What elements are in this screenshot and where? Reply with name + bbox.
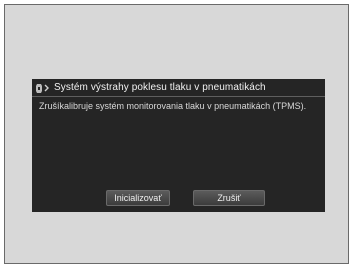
dialog-title: Systém výstrahy poklesu tlaku v pneumati… bbox=[54, 82, 266, 93]
dialog-header: Systém výstrahy poklesu tlaku v pneumati… bbox=[32, 79, 325, 96]
dialog-screen: Systém výstrahy poklesu tlaku v pneumati… bbox=[32, 79, 325, 212]
dialog-message: Zrušíkalibruje systém monitorovania tlak… bbox=[39, 101, 307, 111]
title-divider bbox=[32, 96, 325, 97]
screenshot-frame: Systém výstrahy poklesu tlaku v pneumati… bbox=[4, 4, 349, 264]
tire-pressure-warning-icon bbox=[32, 79, 54, 96]
initialize-button[interactable]: Inicializovať bbox=[106, 190, 170, 206]
cancel-button[interactable]: Zrušiť bbox=[193, 190, 265, 206]
